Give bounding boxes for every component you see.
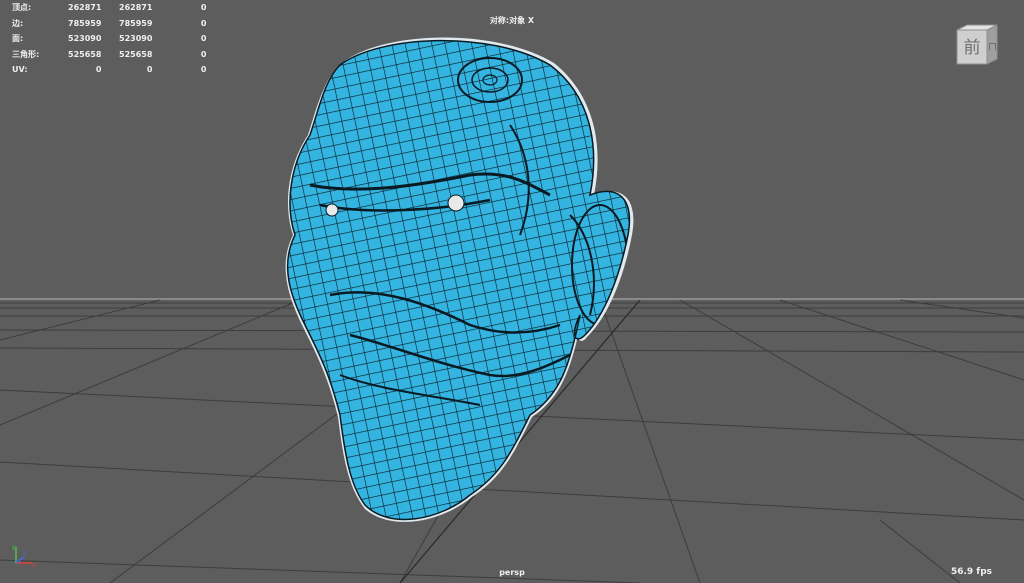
view-cube-face-label: 前 <box>964 38 981 58</box>
hud-value: 0 <box>146 65 153 74</box>
hud-poly-count: 顶点: 262871 262871 0 边: 785959 785959 0 面… <box>12 0 206 78</box>
hud-label: 顶点: <box>12 3 32 12</box>
camera-name-label: persp <box>499 568 525 577</box>
hud-label: UV: <box>12 65 28 74</box>
hud-value: 525658 <box>119 49 153 59</box>
hud-value: 523090 <box>68 34 102 43</box>
hud-row-vertices: 顶点: 262871 262871 0 <box>12 0 206 16</box>
hud-label: 三角形: <box>12 49 40 59</box>
hud-value: 262871 <box>68 3 102 12</box>
3d-viewport[interactable]: 顶点: 262871 262871 0 边: 785959 785959 0 面… <box>0 0 1024 583</box>
hud-value: 0 <box>200 3 207 12</box>
view-cube-side-glyph: ⊓ <box>988 40 997 53</box>
fps-counter: 56.9 fps <box>950 567 992 577</box>
symmetry-label: 对称:对象 X <box>489 16 535 25</box>
hud-row-faces: 面: 523090 523090 0 <box>12 31 206 47</box>
hud-row-uvs: UV: 0 0 0 <box>12 62 206 78</box>
hud-value: 262871 <box>119 3 153 12</box>
hud-label: 面: <box>12 34 24 43</box>
head-mesh[interactable] <box>270 35 640 530</box>
view-cube-icon[interactable]: 前 ⊓ <box>955 24 999 66</box>
hud-value: 0 <box>200 65 207 74</box>
svg-text:y: y <box>12 544 16 551</box>
hud-value: 0 <box>200 49 207 59</box>
svg-text:x: x <box>32 562 36 569</box>
hud-value: 523090 <box>119 34 153 43</box>
axis-triad-icon: x y z <box>12 544 36 569</box>
hud-value: 0 <box>95 65 102 74</box>
hud-row-triangles: 三角形: 525658 525658 0 <box>12 47 206 63</box>
hud-value: 525658 <box>68 49 102 59</box>
hud-value: 0 <box>200 34 207 43</box>
svg-text:z: z <box>23 550 26 557</box>
